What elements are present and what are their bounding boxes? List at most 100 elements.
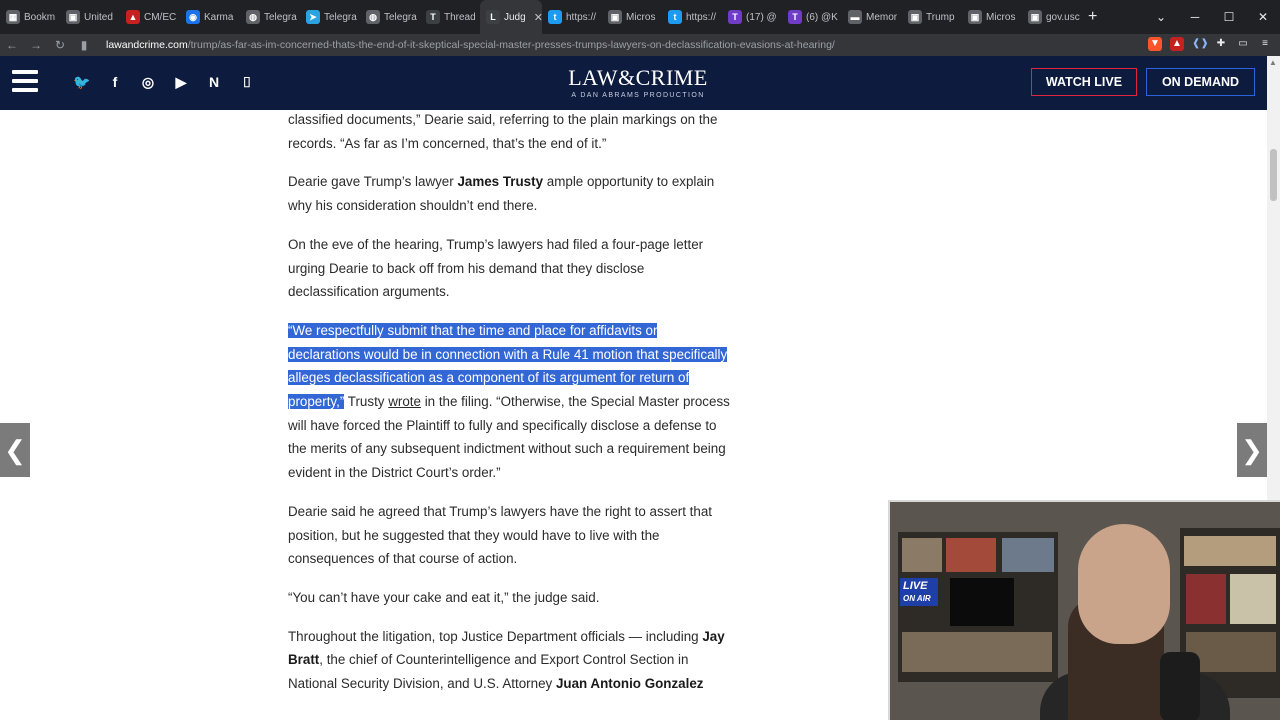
browser-tab[interactable]: ➤ Telegra (300, 0, 360, 34)
article-paragraph: Dearie gave Trump’s lawyer James Trusty … (288, 170, 733, 217)
tab-label: Telegra (324, 11, 357, 23)
browser-tab[interactable]: ▲ CM/EC (120, 0, 180, 34)
minimize-icon[interactable]: ─ (1178, 10, 1212, 24)
facebook-icon[interactable]: f (105, 72, 125, 92)
browser-tab[interactable]: ▣ Micros (602, 0, 662, 34)
browser-tab[interactable]: ▣ Trump (902, 0, 962, 34)
on-demand-button[interactable]: ON DEMAND (1146, 68, 1255, 96)
person-name: Juan Antonio Gonzalez (555, 676, 704, 692)
webcam-overlay: LIVE ON AIR (888, 500, 1280, 720)
article-paragraph: On the eve of the hearing, Trump’s lawye… (288, 236, 704, 300)
scrollbar-thumb[interactable] (1270, 149, 1277, 201)
article-body: classified documents,” Dearie said, refe… (288, 108, 733, 711)
puzzle-icon[interactable]: ✚ (1214, 37, 1228, 51)
scroll-up-icon[interactable]: ▲ (1269, 58, 1277, 67)
brave-rewards-icon[interactable]: ▲ (1170, 37, 1184, 51)
close-tab-icon[interactable]: ✕ (534, 11, 542, 24)
watch-live-button[interactable]: WATCH LIVE (1031, 68, 1137, 96)
close-window-icon[interactable]: ✕ (1246, 10, 1280, 24)
live-on-air-sign: LIVE ON AIR (900, 578, 938, 606)
person-name: James Trusty (457, 174, 544, 190)
bookmark-icon[interactable]: ▮ (72, 38, 96, 52)
wrote-link[interactable]: wrote (388, 394, 421, 409)
extension-icon[interactable]: ❰❱ (1192, 37, 1209, 51)
tab-search-icon[interactable]: ⌄ (1144, 10, 1178, 24)
back-icon[interactable]: ← (0, 38, 24, 52)
tab-label: (17) @ (746, 11, 777, 23)
tab-favicon-icon: ◉ (186, 10, 200, 24)
tab-label: Bookm (24, 11, 56, 23)
tab-label: United (84, 11, 113, 23)
tab-label: gov.usc (1046, 11, 1080, 23)
tab-favicon-icon: ◍ (366, 10, 380, 24)
tab-label: (6) @K (806, 11, 838, 23)
instagram-icon[interactable]: ◎ (138, 72, 158, 92)
previous-article-button[interactable]: ❮ (0, 423, 30, 477)
browser-tab[interactable]: ▦ Bookm (0, 0, 60, 34)
new-tab-button[interactable]: + (1088, 8, 1097, 26)
browser-tab[interactable]: ▬ Memor (842, 0, 902, 34)
tab-label: Telegra (264, 11, 297, 23)
browser-tab[interactable]: ▣ United (60, 0, 120, 34)
browser-tab[interactable]: t https:// (542, 0, 602, 34)
menu-icon[interactable]: ≡ (1258, 37, 1272, 51)
newsletter-icon[interactable]: N (204, 72, 224, 92)
tab-label: Telegra (384, 11, 417, 23)
sign-line2: ON AIR (903, 594, 931, 603)
browser-tab-strip: ▦ Bookm ▣ United ▲ CM/EC ◉ Karma ◍ Telegra ➤ Telegr… (0, 0, 1280, 34)
twitter-icon[interactable]: 🐦 (72, 72, 92, 92)
tab-favicon-icon: ▣ (66, 10, 80, 24)
browser-tab[interactable]: ◍ Telegra (360, 0, 420, 34)
browser-tab[interactable]: ▣ Micros (962, 0, 1022, 34)
tab-label: Trump (926, 11, 955, 23)
tab-label: Micros (986, 11, 1016, 23)
tab-favicon-icon: ▦ (6, 10, 20, 24)
microphone (1160, 652, 1200, 720)
twitch-icon[interactable]: ⌷ (237, 72, 257, 92)
tab-label: Karma (204, 11, 234, 23)
browser-tab[interactable]: T Thread (420, 0, 480, 34)
reload-icon[interactable]: ↻ (48, 38, 72, 52)
forward-icon[interactable]: → (24, 38, 48, 52)
shelf-books (1184, 536, 1276, 566)
chevron-left-icon: ❮ (4, 434, 26, 465)
tab-favicon-icon: T (426, 10, 440, 24)
tab-favicon-icon: ▣ (608, 10, 622, 24)
browser-tab[interactable]: T (17) @ (722, 0, 782, 34)
article-paragraph: classified documents,” Dearie said, refe… (288, 112, 718, 151)
url-path: /trump/as-far-as-im-concerned-thats-the-… (187, 39, 835, 51)
logo-sub: A DAN ABRAMS PRODUCTION (571, 92, 705, 99)
social-links: 🐦 f ◎ ▶ N ⌷ (72, 72, 257, 92)
site-logo[interactable]: LAW&CRIME A DAN ABRAMS PRODUCTION (548, 65, 728, 99)
extensions-area: ▼ ▲ ❰❱ ✚ ▭ ≡ (1148, 37, 1272, 51)
browser-tab[interactable]: ▣ gov.usc (1022, 0, 1082, 34)
tab-favicon-icon: ▣ (968, 10, 982, 24)
browser-tab[interactable]: T (6) @K (782, 0, 842, 34)
browser-tab[interactable]: ◍ Telegra (240, 0, 300, 34)
tab-label: Judg (504, 11, 526, 23)
url-field[interactable]: lawandcrime.com/trump/as-far-as-im-conce… (106, 39, 835, 51)
tv-screen (950, 578, 1014, 626)
tab-favicon-icon: ➤ (306, 10, 320, 24)
browser-tab[interactable]: ◉ Karma (180, 0, 240, 34)
browser-tab[interactable]: t https:// (662, 0, 722, 34)
hamburger-menu-icon[interactable] (12, 70, 38, 92)
tab-favicon-icon: t (668, 10, 682, 24)
tab-favicon-icon: ▬ (848, 10, 862, 24)
next-article-button[interactable]: ❯ (1237, 423, 1267, 477)
shelf-books (1186, 574, 1226, 624)
maximize-icon[interactable]: ☐ (1212, 10, 1246, 24)
wallet-icon[interactable]: ▭ (1236, 37, 1250, 51)
tab-label: https:// (686, 11, 717, 23)
shelf-books (902, 632, 1052, 672)
youtube-icon[interactable]: ▶ (171, 72, 191, 92)
shelf-books (902, 538, 942, 572)
article-paragraph: Throughout the litigation, top Justice D… (288, 625, 733, 696)
shelf-books (1002, 538, 1054, 572)
browser-tab[interactable]: L Judg ✕ (480, 0, 542, 34)
tab-label: Thread (444, 11, 476, 23)
brave-shield-icon[interactable]: ▼ (1148, 37, 1162, 51)
window-controls: ⌄ ─ ☐ ✕ (1144, 0, 1280, 34)
article-paragraph: “We respectfully submit that the time an… (288, 319, 733, 485)
tab-favicon-icon: L (486, 10, 500, 24)
